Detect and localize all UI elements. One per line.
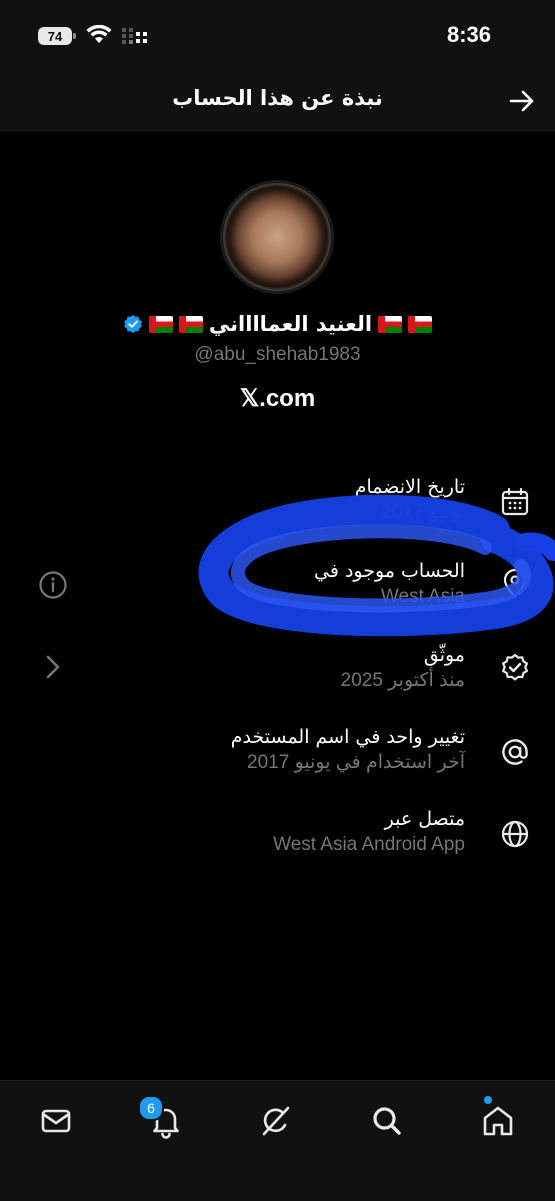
oman-flag-icon bbox=[408, 315, 433, 333]
username-changes-row: تغيير واحد في اسم المستخدم آخر استخدام ف… bbox=[180, 724, 531, 784]
joined-value: يونيو 2017 bbox=[381, 502, 465, 523]
chevron-right-icon[interactable] bbox=[42, 652, 64, 682]
site-label: 𝕏.com bbox=[239, 385, 316, 412]
search-icon[interactable] bbox=[369, 1103, 405, 1139]
joined-label: تاريخ الانضمام bbox=[354, 476, 465, 498]
username-handle: @abu_shehab1983 bbox=[194, 344, 361, 365]
oman-flag-icon bbox=[378, 315, 403, 333]
display-name: العنيد العمااااني bbox=[208, 312, 373, 336]
calendar-icon bbox=[501, 487, 529, 516]
connected-via-label: متصل عبر bbox=[384, 808, 465, 830]
wifi-icon bbox=[86, 25, 112, 43]
joined-date-row: تاريخ الانضمام يونيو 2017 bbox=[180, 474, 531, 534]
location-icon bbox=[503, 568, 527, 599]
top-app-bar: نبذة عن هذا الحساب bbox=[0, 72, 555, 132]
page-title: نبذة عن هذا الحساب bbox=[172, 86, 383, 110]
connected-via-value: West Asia Android App bbox=[273, 834, 465, 855]
grok-icon[interactable] bbox=[258, 1103, 294, 1139]
home-icon[interactable] bbox=[480, 1103, 516, 1139]
notification-count-badge: 6 bbox=[138, 1095, 164, 1121]
bottom-navigation: 6 bbox=[0, 1080, 555, 1201]
connected-via-row: متصل عبر West Asia Android App bbox=[180, 806, 531, 866]
status-time: 8:36 bbox=[446, 22, 491, 47]
verified-badge-icon bbox=[124, 314, 142, 334]
username-changes-value: آخر استخدام في يونيو 2017 bbox=[247, 752, 465, 773]
at-sign-icon bbox=[502, 739, 528, 765]
cellular-signal-icon bbox=[122, 28, 147, 44]
verified-value: منذ أكتوبر 2025 bbox=[340, 670, 465, 691]
location-label: الحساب موجود في bbox=[314, 560, 465, 582]
oman-flag-icon bbox=[178, 315, 203, 333]
oman-flag-icon bbox=[148, 315, 173, 333]
username-changes-label: تغيير واحد في اسم المستخدم bbox=[230, 726, 465, 748]
avatar[interactable] bbox=[220, 180, 334, 294]
unread-dot bbox=[484, 1096, 492, 1104]
account-location-row: الحساب موجود في West Asia bbox=[180, 558, 531, 618]
location-value: West Asia bbox=[380, 586, 465, 607]
verified-label: موثّق bbox=[423, 644, 465, 666]
verified-badge-icon bbox=[502, 653, 528, 681]
mail-icon[interactable] bbox=[38, 1103, 74, 1139]
battery-level: 74 bbox=[47, 28, 63, 44]
display-name-row: العنيد العمااااني bbox=[0, 312, 555, 336]
back-arrow-icon[interactable] bbox=[507, 86, 537, 116]
verified-row: موثّق منذ أكتوبر 2025 bbox=[180, 642, 531, 702]
battery-indicator: 74 bbox=[38, 27, 76, 45]
globe-icon bbox=[501, 820, 529, 848]
info-circle-icon[interactable] bbox=[38, 570, 68, 600]
status-bar: 74 8:36 bbox=[0, 0, 555, 72]
